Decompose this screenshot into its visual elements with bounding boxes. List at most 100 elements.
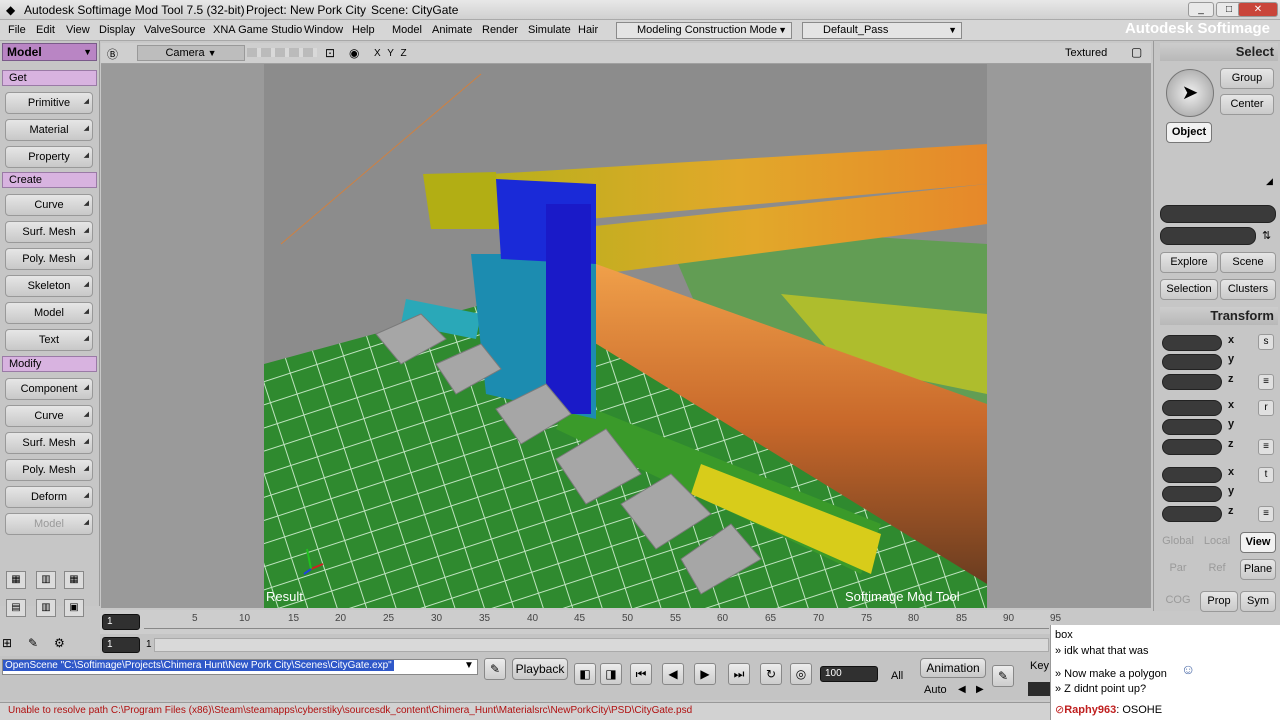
scale-y-field[interactable] — [1162, 354, 1222, 370]
object-button[interactable]: Object — [1166, 122, 1212, 143]
create-curve-button[interactable]: Curve ◢ — [5, 194, 93, 216]
create-poly-mesh-button[interactable]: Poly. Mesh ◢ — [5, 248, 93, 270]
close-button[interactable]: ✕ — [1238, 2, 1278, 17]
expand-icon[interactable]: ◢ — [1266, 176, 1273, 187]
current-frame-field[interactable]: 1 — [102, 637, 140, 653]
create-model-button[interactable]: Model ◢ — [5, 302, 93, 324]
property-button[interactable]: Property ◢ — [5, 146, 93, 168]
material-button[interactable]: Material ◢ — [5, 119, 93, 141]
viewport-presets[interactable] — [247, 48, 317, 57]
last-frame-icon[interactable]: ⏭ — [728, 663, 750, 685]
menu-edit[interactable]: Edit — [36, 24, 55, 36]
arrows-icon[interactable]: ⇅ — [1262, 229, 1271, 242]
menu-simulate[interactable]: Simulate — [528, 24, 571, 36]
key-icon[interactable]: ✎ — [992, 665, 1014, 687]
menu-hair[interactable]: Hair — [578, 24, 598, 36]
audio-icon[interactable]: ◎ — [790, 663, 812, 685]
camera-icon[interactable]: ⊡ — [325, 46, 335, 60]
minimize-button[interactable]: _ — [1188, 2, 1214, 17]
render-pass-select[interactable]: Default_Pass ▼ — [802, 22, 962, 39]
modify-deform-button[interactable]: Deform ◢ — [5, 486, 93, 508]
layout-split-icon[interactable]: ▥ — [36, 571, 56, 589]
create-surf-mesh-button[interactable]: Surf. Mesh ◢ — [5, 221, 93, 243]
menu-view[interactable]: View — [66, 24, 90, 36]
translate-slider-icon[interactable]: ≡ — [1258, 506, 1274, 522]
menu-model[interactable]: Model — [392, 24, 422, 36]
prev-frame-icon[interactable]: ◧ — [574, 663, 596, 685]
primitive-button[interactable]: Primitive ◢ — [5, 92, 93, 114]
script-command-field[interactable]: OpenScene "C:\Softimage\Projects\Chimera… — [2, 659, 478, 675]
animation-button[interactable]: Animation — [920, 658, 986, 678]
local-button[interactable]: Local — [1198, 532, 1236, 553]
viewport-letter-icon[interactable]: Ⓑ — [107, 46, 118, 62]
tool-icon-2[interactable]: ✎ — [28, 636, 50, 654]
translate-x-field[interactable] — [1162, 467, 1222, 483]
layout-horizontal-icon[interactable]: ▤ — [6, 599, 26, 617]
menu-help[interactable]: Help — [352, 24, 375, 36]
rotate-x-field[interactable] — [1162, 400, 1222, 416]
axis-toggles[interactable]: X Y Z — [374, 48, 409, 59]
selection-filter-field[interactable] — [1160, 227, 1256, 245]
translate-y-field[interactable] — [1162, 486, 1222, 502]
translate-z-field[interactable] — [1162, 506, 1222, 522]
tool-icon-3[interactable]: ⚙ — [54, 636, 76, 654]
toolbar-mode-select[interactable]: Model ▼ — [2, 43, 97, 61]
modify-model-button[interactable]: Model ◢ — [5, 513, 93, 535]
range-slider[interactable] — [154, 638, 1049, 652]
layout-grid-icon[interactable]: ▦ — [6, 571, 26, 589]
create-text-button[interactable]: Text ◢ — [5, 329, 93, 351]
key-button[interactable]: Key — [1030, 660, 1049, 672]
scale-slider-icon[interactable]: ≡ — [1258, 374, 1274, 390]
end-frame-field[interactable]: 100 — [820, 666, 878, 682]
ref-button[interactable]: Ref — [1198, 559, 1236, 580]
script-editor-icon[interactable]: ✎ — [484, 658, 506, 680]
selection-name-field[interactable] — [1160, 205, 1276, 223]
next-key-icon[interactable]: ▶ — [976, 684, 984, 695]
modify-poly-mesh-button[interactable]: Poly. Mesh ◢ — [5, 459, 93, 481]
menu-animate[interactable]: Animate — [432, 24, 472, 36]
scene-button[interactable]: Scene — [1220, 252, 1276, 273]
menu-valvesource[interactable]: ValveSource — [144, 24, 206, 36]
display-mode-select[interactable]: Textured — [1065, 47, 1107, 59]
layout-quad-icon[interactable]: ▦ — [64, 571, 84, 589]
layout-vertical-icon[interactable]: ▥ — [36, 599, 56, 617]
tool-icon-1[interactable]: ⊞ — [2, 636, 24, 654]
menu-xna-game-studio[interactable]: XNA Game Studio — [213, 24, 302, 36]
create-skeleton-button[interactable]: Skeleton ◢ — [5, 275, 93, 297]
group-button[interactable]: Group — [1220, 68, 1274, 89]
prev-key-icon[interactable]: ◀ — [958, 684, 966, 695]
rotate-icon[interactable]: r — [1258, 400, 1274, 416]
plane-button[interactable]: Plane — [1240, 559, 1276, 580]
translate-icon[interactable]: t — [1258, 467, 1274, 483]
global-button[interactable]: Global — [1158, 532, 1198, 553]
scale-z-field[interactable] — [1162, 374, 1222, 390]
layout-single-icon[interactable]: ▣ — [64, 599, 84, 617]
construction-mode-select[interactable]: Modeling Construction Mode ▼ — [616, 22, 792, 39]
camera-select[interactable]: Camera ▼ — [137, 45, 245, 61]
cog-button[interactable]: COG — [1158, 591, 1198, 612]
menu-display[interactable]: Display — [99, 24, 135, 36]
select-arrow-icon[interactable]: ➤ — [1166, 69, 1214, 117]
clusters-button[interactable]: Clusters — [1220, 279, 1276, 300]
timeline[interactable]: 1 5 10 15 20 25 30 35 40 45 50 55 60 65 … — [100, 610, 1061, 634]
maximize-viewport-icon[interactable]: ▢ — [1131, 45, 1142, 59]
rotate-slider-icon[interactable]: ≡ — [1258, 439, 1274, 455]
center-button[interactable]: Center — [1220, 94, 1274, 115]
scale-x-field[interactable] — [1162, 335, 1222, 351]
rotate-z-field[interactable] — [1162, 439, 1222, 455]
loop-icon[interactable]: ↻ — [760, 663, 782, 685]
rotate-y-field[interactable] — [1162, 419, 1222, 435]
scale-icon[interactable]: s — [1258, 334, 1274, 350]
timeline-start-field[interactable]: 1 — [102, 614, 140, 630]
sym-button[interactable]: Sym — [1240, 591, 1276, 612]
prop-button[interactable]: Prop — [1200, 591, 1238, 612]
modify-component-button[interactable]: Component ◢ — [5, 378, 93, 400]
first-frame-icon[interactable]: ⏮ — [630, 663, 652, 685]
play-backward-icon[interactable]: ◀ — [662, 663, 684, 685]
playback-button[interactable]: Playback — [512, 658, 568, 680]
play-forward-icon[interactable]: ▶ — [694, 663, 716, 685]
explore-button[interactable]: Explore — [1160, 252, 1218, 273]
all-toggle[interactable]: All — [891, 670, 903, 682]
chevron-down-icon[interactable]: ▼ — [464, 660, 474, 671]
menu-render[interactable]: Render — [482, 24, 518, 36]
